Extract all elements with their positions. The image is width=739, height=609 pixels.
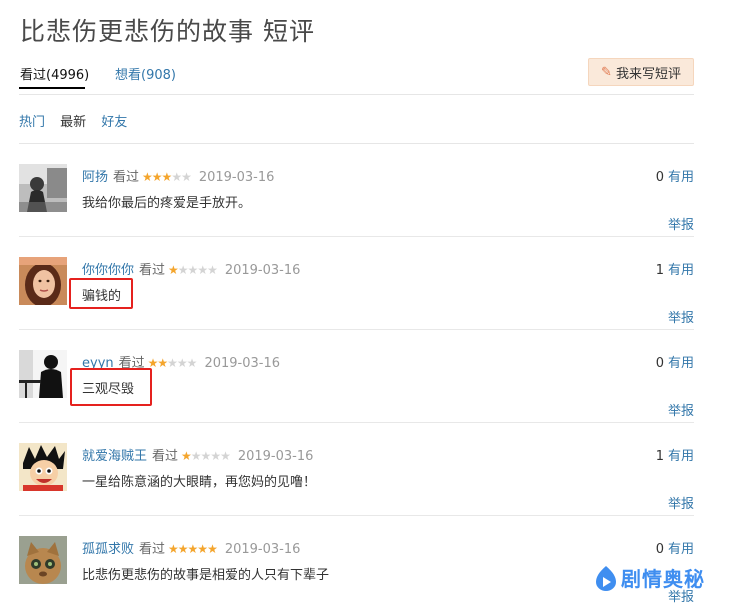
active-tab-indicator <box>19 87 85 89</box>
report-link[interactable]: 举报 <box>668 400 694 419</box>
comment-date: 2019-03-16 <box>204 356 280 371</box>
useful-button[interactable]: 有用 <box>668 263 694 278</box>
rating-stars: ★★★★★ <box>168 263 218 277</box>
comment-date: 2019-03-16 <box>198 170 275 185</box>
comment-item: 阿扬 看过 ★★★★★ 2019-03-16 0 有用 我给你最后的疼爱是手放开。 举报 <box>19 144 694 237</box>
report-link[interactable]: 举报 <box>668 493 694 512</box>
comment-date: 2019-03-16 <box>237 449 314 464</box>
comment-item: 孤孤求败 看过 ★★★★★ 2019-03-16 0 有用 比悲伤更悲伤的故事是相爱的人… <box>19 516 694 609</box>
vote-count: 0 <box>655 356 664 371</box>
avatar[interactable] <box>19 257 67 305</box>
comment-meta: 就爱海贼王 看过 ★★★★★ 2019-03-16 <box>82 445 313 464</box>
useful-button[interactable]: 有用 <box>668 356 694 371</box>
filter-friends[interactable]: 好友 <box>101 115 127 130</box>
username-link[interactable]: 孤孤求败 <box>82 542 134 557</box>
watch-status: 看过 <box>113 170 140 185</box>
comment-item: 就爱海贼王 看过 ★★★★★ 2019-03-16 1 有用 一星给陈意涵的大眼睛，再您… <box>19 423 694 516</box>
vote-area: 0 有用 <box>656 538 694 557</box>
write-review-button[interactable]: ✎ 我来写短评 <box>588 58 694 86</box>
vote-count: 0 <box>655 170 664 185</box>
pencil-icon: ✎ <box>601 64 612 80</box>
vote-area: 1 有用 <box>656 259 694 278</box>
watch-status: 看过 <box>152 449 179 464</box>
vote-count: 0 <box>655 542 664 557</box>
avatar[interactable] <box>19 443 67 491</box>
page-title: 比悲伤更悲伤的故事 短评 <box>20 17 315 46</box>
tab-want-to-see[interactable]: 想看(908) <box>115 64 176 83</box>
vote-area: 1 有用 <box>656 445 694 464</box>
watch-status: 看过 <box>139 263 166 278</box>
comment-text: 一星给陈意涵的大眼睛，再您妈的见噜！ <box>82 475 317 490</box>
tab-seen[interactable]: 看过(4996) <box>20 64 89 83</box>
rating-stars: ★★★★★ <box>181 449 231 463</box>
vote-area: 0 有用 <box>656 166 694 185</box>
sort-filters: 热门 最新 好友 <box>19 111 138 130</box>
filter-hot[interactable]: 热门 <box>19 115 45 130</box>
vote-count: 1 <box>655 449 664 464</box>
highlight-box <box>70 368 152 406</box>
comment-text: 我给你最后的疼爱是手放开。 <box>82 196 252 211</box>
watermark: 剧情奥秘 <box>594 563 705 592</box>
comment-meta: 阿扬 看过 ★★★★★ 2019-03-16 <box>82 166 274 185</box>
comment-meta: 孤孤求败 看过 ★★★★★ 2019-03-16 <box>82 538 300 557</box>
vote-count: 1 <box>655 263 664 278</box>
useful-button[interactable]: 有用 <box>668 542 694 557</box>
avatar[interactable] <box>19 536 67 584</box>
avatar[interactable] <box>19 164 67 212</box>
watch-status: 看过 <box>139 542 166 557</box>
watermark-logo-icon <box>596 565 616 591</box>
vote-area: 0 有用 <box>656 352 694 371</box>
comment-date: 2019-03-16 <box>224 263 301 278</box>
username-link[interactable]: 就爱海贼王 <box>82 449 147 464</box>
username-link[interactable]: 阿扬 <box>82 170 108 185</box>
rating-stars: ★★★★★ <box>147 356 198 370</box>
comment-meta: 你你你你 看过 ★★★★★ 2019-03-16 <box>82 259 300 278</box>
username-link[interactable]: 你你你你 <box>82 263 134 278</box>
comment-text: 比悲伤更悲伤的故事是相爱的人只有下辈子 <box>82 568 330 583</box>
report-link[interactable]: 举报 <box>668 307 694 326</box>
useful-button[interactable]: 有用 <box>668 170 694 185</box>
report-link[interactable]: 举报 <box>668 214 694 233</box>
avatar[interactable] <box>19 350 67 398</box>
filter-newest[interactable]: 最新 <box>60 115 86 130</box>
tab-divider <box>19 94 694 95</box>
useful-button[interactable]: 有用 <box>668 449 694 464</box>
rating-stars: ★★★★★ <box>142 170 192 184</box>
comment-date: 2019-03-16 <box>224 542 301 557</box>
highlight-box <box>69 278 133 309</box>
write-review-label: 我来写短评 <box>615 66 681 82</box>
watermark-text: 剧情奥秘 <box>621 567 705 591</box>
rating-stars: ★★★★★ <box>168 542 218 556</box>
